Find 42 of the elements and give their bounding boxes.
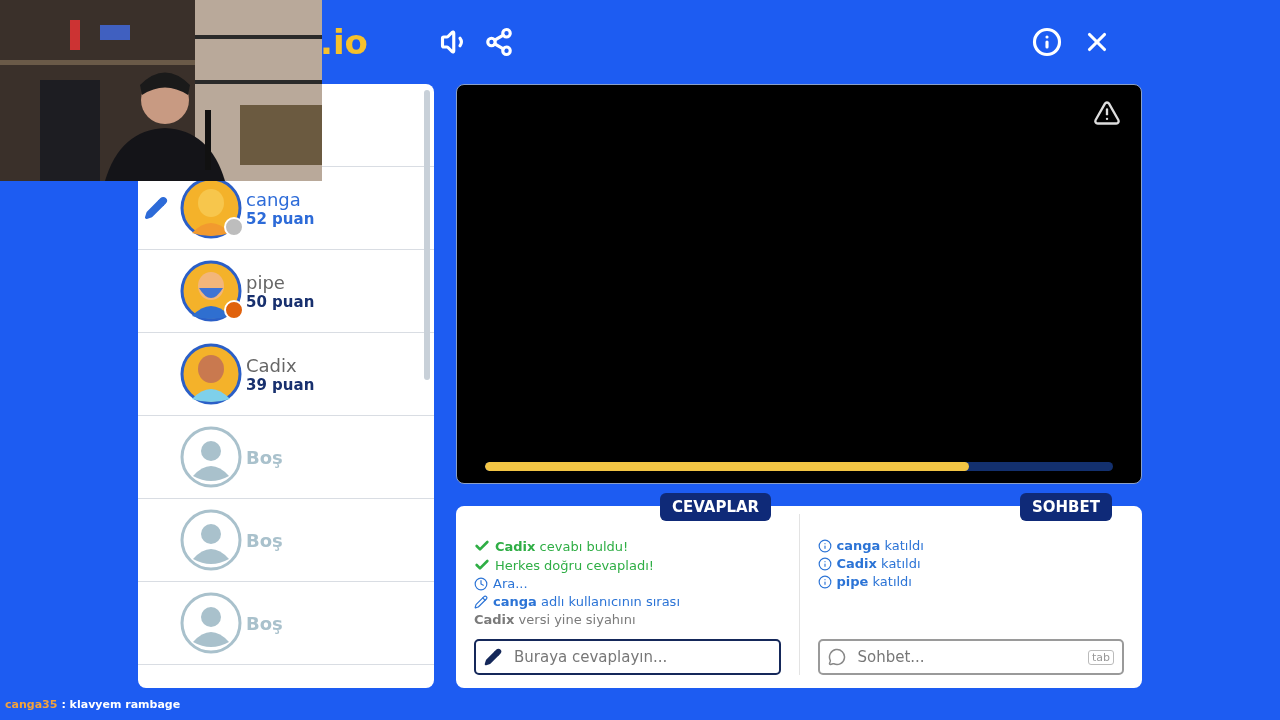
player-name: Boş [246,446,284,468]
clock-icon [474,576,488,591]
pencil-icon [484,648,502,666]
logo: .io [320,22,369,62]
info-icon[interactable] [1032,27,1062,57]
warning-icon[interactable] [1093,99,1121,127]
avatar-icon [180,509,242,571]
avatar-icon [180,592,242,654]
speech-bubble-icon [827,648,846,666]
chat-message: Cadix katıldı [836,556,921,571]
stream-chat-message: : klavyem rambage [61,697,181,711]
player-name: Boş [246,612,284,634]
player-score: 39 puan [246,375,316,394]
player-name: pipe [246,271,286,293]
answer-box[interactable]: Buraya cevaplayın... [474,639,781,675]
avatar-icon [180,260,242,322]
info-icon [817,538,832,553]
share-icon[interactable] [484,27,514,57]
answer-message: Cadix versi yine siyahını [474,612,636,627]
scrollbar[interactable] [424,90,430,380]
player-name: canga [246,188,302,210]
avatar-icon [180,343,242,405]
check-icon [474,538,490,554]
chat-message: canga katıldı [836,538,924,553]
check-icon [474,557,490,573]
pencil-icon [474,594,488,609]
player-score: 52 puan [246,209,316,228]
answer-message: Herkes doğru cevapladı! [495,557,654,573]
answer-message: Cadix cevabı buldu! [495,538,629,554]
info-icon [817,574,832,589]
chat-message: pipe katıldı [836,574,912,589]
stream-chat-user: canga35 [5,697,58,711]
info-icon [817,556,832,571]
player-name: Boş [246,529,284,551]
avatar-icon [180,426,242,488]
drawing-canvas[interactable] [456,84,1142,484]
answer-message: canga adlı kullanıcının sırası [493,594,680,609]
chat-box[interactable]: Sohbet... tab [817,639,1124,675]
player-name: Cadix [246,354,298,376]
key-hint: tab [1087,649,1114,665]
answer-message: Ara... [493,576,528,591]
player-score: 50 puan [246,292,316,311]
